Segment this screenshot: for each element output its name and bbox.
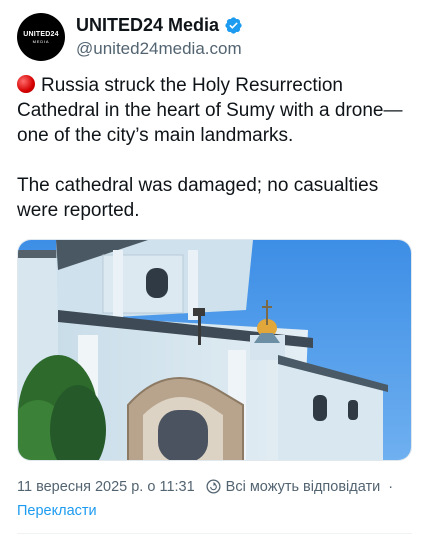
avatar[interactable]: UNITED24 MEDIA	[17, 13, 65, 61]
post-paragraph-2: The cathedral was damaged; no casualties…	[17, 175, 379, 221]
cathedral-photo	[18, 240, 411, 460]
translate-link[interactable]: Перекласти	[17, 503, 97, 519]
avatar-logo-subtext: MEDIA	[32, 38, 50, 44]
red-circle-icon	[17, 75, 35, 93]
divider	[17, 533, 412, 534]
author-handle[interactable]: @united24media.com	[76, 39, 242, 59]
post-media-image[interactable]	[17, 239, 412, 461]
avatar-logo-text: UNITED24	[23, 30, 59, 38]
author-name-row: UNITED24 Media	[76, 15, 243, 36]
post-text: Russia struck the Holy Resurrection Cath…	[17, 73, 417, 223]
reply-setting-text[interactable]: Всі можуть відповідати	[226, 479, 381, 495]
verified-badge-icon	[224, 16, 243, 35]
post-header: UNITED24 MEDIA UNITED24 Media @united24m…	[17, 13, 417, 63]
post-timestamp[interactable]: 11 вересня 2025 р. о 11:31	[17, 479, 195, 495]
post-meta: 11 вересня 2025 р. о 11:31 Всі можуть ві…	[17, 478, 393, 495]
reply-settings-icon	[205, 478, 222, 495]
post-paragraph-1-block: Russia struck the Holy Resurrection Cath…	[17, 73, 417, 148]
author-display-name[interactable]: UNITED24 Media	[76, 15, 219, 36]
post-paragraph-1: Russia struck the Holy Resurrection Cath…	[17, 75, 403, 146]
meta-separator: ·	[388, 478, 394, 495]
